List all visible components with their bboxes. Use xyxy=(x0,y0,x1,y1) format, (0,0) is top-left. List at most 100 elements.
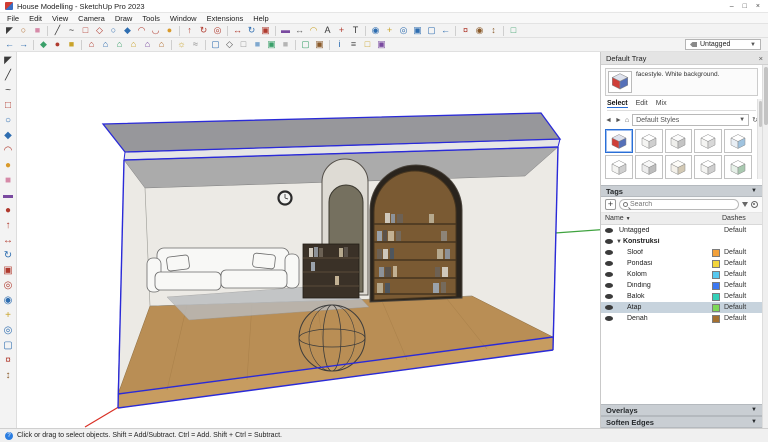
protractor-tool-icon[interactable]: ◠ xyxy=(307,25,320,37)
tags-panel-header[interactable]: Tags ▼ xyxy=(601,185,762,197)
console-shelf[interactable] xyxy=(302,243,360,299)
line-tool-icon[interactable]: ╱ xyxy=(1,69,15,83)
axes-tool-icon[interactable]: + xyxy=(335,25,348,37)
section-plane-icon[interactable]: □ xyxy=(507,25,520,37)
scenes-icon[interactable]: □ xyxy=(361,39,374,51)
status-help-icon[interactable]: ? xyxy=(5,431,13,440)
style-thumbnail-1[interactable] xyxy=(605,129,633,153)
rectangle-tool-icon[interactable]: □ xyxy=(1,99,15,113)
position-camera-icon[interactable]: ¤ xyxy=(459,25,472,37)
chevron-down-icon[interactable]: ▼ xyxy=(751,407,757,413)
move-tool-icon[interactable]: ↔ xyxy=(1,234,15,248)
tag-color-swatch[interactable] xyxy=(712,248,720,257)
styles-tab-select[interactable]: Select xyxy=(607,100,628,108)
rotate-tool-icon[interactable]: ↻ xyxy=(1,249,15,263)
pan-tool-icon[interactable]: + xyxy=(1,309,15,323)
eraser-tool-icon[interactable]: ■ xyxy=(31,25,44,37)
pan-tool-icon[interactable]: + xyxy=(383,25,396,37)
style-thumbnail-7[interactable] xyxy=(634,155,663,179)
tag-color-swatch[interactable] xyxy=(712,270,720,279)
menu-camera[interactable]: Camera xyxy=(78,14,105,23)
top-view-icon[interactable]: ⌂ xyxy=(99,39,112,51)
paint-bucket-icon[interactable]: ● xyxy=(1,204,15,218)
orbit-tool-icon[interactable]: ◉ xyxy=(1,294,15,308)
style-thumbnail-8[interactable] xyxy=(664,155,693,179)
tag-dashes[interactable]: Default xyxy=(724,282,758,289)
style-thumbnail-4[interactable] xyxy=(694,129,723,153)
menu-window[interactable]: Window xyxy=(170,14,197,23)
tag-dashes[interactable]: Default xyxy=(724,293,758,300)
menu-draw[interactable]: Draw xyxy=(115,14,133,23)
tag-row-kolom[interactable]: Kolom Default xyxy=(601,269,762,280)
tag-row-atap[interactable]: Atap Default xyxy=(601,302,762,313)
textured-mode-icon[interactable]: ▣ xyxy=(265,39,278,51)
tag-color-swatch[interactable] xyxy=(712,281,720,290)
styles-collection-dropdown[interactable]: Default Styles ▼ xyxy=(632,114,750,126)
hidden-line-mode-icon[interactable]: □ xyxy=(237,39,250,51)
text-tool-icon[interactable]: A xyxy=(321,25,334,37)
previous-view-icon[interactable]: ← xyxy=(439,25,452,37)
undo-icon[interactable]: ← xyxy=(3,39,16,51)
tag-row-konstruksi[interactable]: ▼ Konstruksi xyxy=(601,236,762,247)
style-thumbnail-9[interactable] xyxy=(694,155,723,179)
freehand-tool-icon[interactable]: ~ xyxy=(1,84,15,98)
offset-tool-icon[interactable]: ◎ xyxy=(211,25,224,37)
circle-tool-icon[interactable]: ○ xyxy=(1,114,15,128)
menu-help[interactable]: Help xyxy=(253,14,268,23)
styles-tab-mix[interactable]: Mix xyxy=(656,100,667,108)
push-pull-icon[interactable]: ↑ xyxy=(183,25,196,37)
visibility-eye-icon[interactable] xyxy=(605,261,613,266)
tag-dashes[interactable]: Default xyxy=(724,249,758,256)
monochrome-mode-icon[interactable]: ■ xyxy=(279,39,292,51)
tape-measure-icon[interactable]: ▬ xyxy=(1,189,15,203)
tag-dashes[interactable]: Default xyxy=(724,304,758,311)
position-camera-icon[interactable]: ¤ xyxy=(1,354,15,368)
tag-row-balok[interactable]: Balok Default xyxy=(601,291,762,302)
two-point-arc-icon[interactable]: ◡ xyxy=(149,25,162,37)
wireframe-mode-icon[interactable]: ◇ xyxy=(223,39,236,51)
visibility-eye-icon[interactable] xyxy=(605,294,613,299)
section-cuts-icon[interactable]: ▣ xyxy=(313,39,326,51)
visibility-eye-icon[interactable] xyxy=(605,316,613,321)
filter-icon[interactable] xyxy=(742,202,748,207)
styles-scrollbar[interactable] xyxy=(757,99,762,179)
arc-tool-icon[interactable]: ◠ xyxy=(135,25,148,37)
pie-tool-icon[interactable]: ● xyxy=(1,159,15,173)
tag-row-dinding[interactable]: Dinding Default xyxy=(601,280,762,291)
polygon-tool-icon[interactable]: ◆ xyxy=(121,25,134,37)
move-tool-icon[interactable]: ↔ xyxy=(231,25,244,37)
tag-row-sloof[interactable]: Sloof Default xyxy=(601,247,762,258)
arc-tool-icon[interactable]: ◠ xyxy=(1,144,15,158)
pie-tool-icon[interactable]: ● xyxy=(163,25,176,37)
tray-scrollbar[interactable] xyxy=(762,65,768,428)
style-thumbnail-10[interactable] xyxy=(724,155,752,179)
tag-row-denah[interactable]: Denah Default xyxy=(601,313,762,324)
forward-arrow-icon[interactable]: ► xyxy=(615,117,622,124)
polygon-tool-icon[interactable]: ◆ xyxy=(1,129,15,143)
outliner-icon[interactable]: ≡ xyxy=(347,39,360,51)
style-thumbnail-6[interactable] xyxy=(605,155,633,179)
menu-tools[interactable]: Tools xyxy=(142,14,160,23)
entity-info-icon[interactable]: i xyxy=(333,39,346,51)
visibility-eye-icon[interactable] xyxy=(605,272,613,277)
tag-search-box[interactable] xyxy=(619,199,739,210)
menu-edit[interactable]: Edit xyxy=(29,14,42,23)
menu-view[interactable]: View xyxy=(52,14,68,23)
offset-tool-icon[interactable]: ◎ xyxy=(1,279,15,293)
chevron-down-icon[interactable]: ▼ xyxy=(751,188,757,194)
redo-icon[interactable]: → xyxy=(17,39,30,51)
style-thumbnail-5[interactable] xyxy=(724,129,752,153)
front-view-icon[interactable]: ⌂ xyxy=(113,39,126,51)
select-tool-icon[interactable]: ◤ xyxy=(3,25,16,37)
style-thumbnail-2[interactable] xyxy=(634,129,663,153)
orbit-tool-icon[interactable]: ◉ xyxy=(369,25,382,37)
style-thumbnail-3[interactable] xyxy=(664,129,693,153)
left-view-icon[interactable]: ⌂ xyxy=(155,39,168,51)
rotated-rectangle-icon[interactable]: ◇ xyxy=(93,25,106,37)
push-pull-icon[interactable]: ↑ xyxy=(1,219,15,233)
tag-dashes[interactable]: Default xyxy=(724,271,758,278)
fog-toggle-icon[interactable]: ≈ xyxy=(189,39,202,51)
tape-measure-icon[interactable]: ▬ xyxy=(279,25,292,37)
back-view-icon[interactable]: ⌂ xyxy=(141,39,154,51)
name-column-header[interactable]: Name ▼ xyxy=(605,215,722,222)
